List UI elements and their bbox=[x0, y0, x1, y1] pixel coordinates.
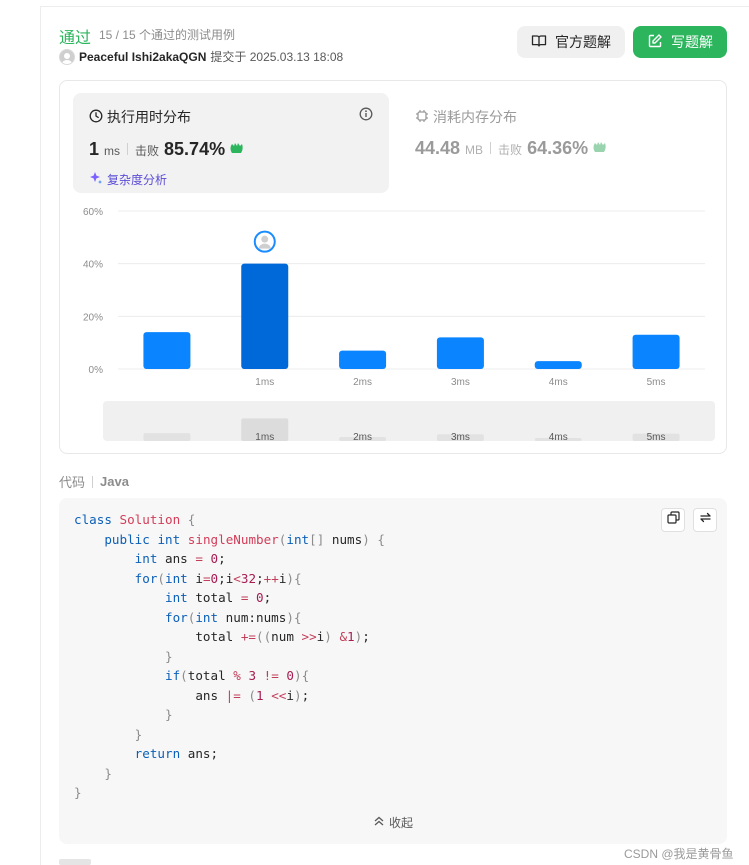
memory-unit: MB bbox=[465, 143, 484, 157]
chart-svg: 0% 20% 40% 60% 1ms 1ms 2ms 2ms 3ms 3ms 4ms 4ms 5ms 5m… bbox=[83, 207, 705, 443]
username[interactable]: Peaceful Ishi2akaQGN bbox=[79, 50, 206, 64]
memory-tab[interactable]: 消耗内存分布 44.48 MB 击败 64.36% bbox=[415, 107, 606, 158]
code-label-text: 代码 bbox=[59, 475, 86, 490]
complexity-label: 复杂度分析 bbox=[107, 173, 168, 187]
navigator-label: 5ms bbox=[647, 432, 666, 443]
info-icon[interactable] bbox=[359, 107, 373, 126]
runtime-title-text: 执行用时分布 bbox=[107, 109, 191, 125]
navigator-label: 4ms bbox=[549, 432, 568, 443]
left-divider bbox=[40, 6, 41, 865]
divider bbox=[490, 142, 492, 154]
copy-button[interactable] bbox=[661, 508, 685, 532]
bar bbox=[632, 334, 680, 369]
write-solution-button[interactable]: 写题解 bbox=[633, 26, 727, 58]
x-tick-label: 2ms bbox=[353, 377, 372, 388]
divider bbox=[92, 475, 94, 488]
copy-icon bbox=[666, 511, 680, 529]
runtime-value: 1 bbox=[89, 139, 100, 159]
x-tick-label: 3ms bbox=[451, 377, 470, 388]
official-solution-button[interactable]: 官方题解 bbox=[517, 26, 625, 58]
clap-icon bbox=[592, 140, 608, 157]
bar bbox=[241, 263, 289, 369]
memory-value: 44.48 bbox=[415, 138, 461, 158]
code-block: class Solution { public int singleNumber… bbox=[59, 498, 727, 844]
navigator-bar bbox=[143, 433, 191, 441]
bar bbox=[534, 361, 582, 369]
wrap-toggle-button[interactable] bbox=[693, 508, 717, 532]
submitted-time: 提交于 2025.03.13 18:08 bbox=[210, 50, 344, 64]
official-solution-label: 官方题解 bbox=[555, 34, 611, 50]
runtime-distribution-chart[interactable]: 0% 20% 40% 60% 1ms 1ms 2ms 2ms 3ms 3ms 4ms 4ms 5ms 5m… bbox=[60, 201, 728, 451]
code-section-label: 代码 Java bbox=[59, 472, 129, 491]
divider bbox=[127, 143, 129, 155]
write-solution-label: 写题解 bbox=[671, 34, 713, 50]
beats-label: 击败 bbox=[135, 144, 160, 158]
collapse-label: 收起 bbox=[388, 816, 413, 830]
clap-icon bbox=[229, 141, 245, 158]
x-tick-label: 5ms bbox=[647, 377, 666, 388]
navigator-label: 3ms bbox=[451, 432, 470, 443]
memory-title: 消耗内存分布 bbox=[415, 107, 517, 127]
memory-title-text: 消耗内存分布 bbox=[433, 109, 517, 125]
code-actions bbox=[661, 508, 717, 532]
runtime-card[interactable]: 执行用时分布 1 ms 击败 85.74% 复杂度分析 bbox=[73, 93, 389, 193]
x-tick-label: 4ms bbox=[549, 377, 568, 388]
navigator-label: 2ms bbox=[353, 432, 372, 443]
bar bbox=[339, 350, 387, 369]
language-label: Java bbox=[100, 474, 129, 489]
bar bbox=[143, 332, 191, 369]
y-tick-label: 60% bbox=[83, 207, 103, 218]
runtime-beats-value: 85.74% bbox=[164, 139, 226, 159]
y-tick-label: 40% bbox=[83, 260, 103, 271]
y-tick-label: 20% bbox=[83, 312, 103, 323]
bar bbox=[436, 337, 484, 369]
runtime-metric: 1 ms 击败 85.74% bbox=[89, 139, 245, 160]
navigator-label: 1ms bbox=[255, 432, 274, 443]
chevron-up-icon bbox=[373, 815, 385, 830]
runtime-title: 执行用时分布 bbox=[89, 107, 191, 127]
watermark: CSDN @我是黄骨鱼 bbox=[624, 847, 734, 861]
test-cases-count: 15 / 15 个通过的测试用例 bbox=[99, 28, 236, 42]
avatar-head bbox=[261, 235, 269, 243]
memory-metric: 44.48 MB 击败 64.36% bbox=[415, 138, 608, 159]
collapse-button[interactable]: 收起 bbox=[59, 814, 727, 831]
status-label: 通过 bbox=[59, 30, 92, 47]
memory-beats-value: 64.36% bbox=[527, 138, 589, 158]
code-content[interactable]: class Solution { public int singleNumber… bbox=[74, 510, 385, 803]
clock-icon bbox=[89, 109, 103, 126]
beats-label: 击败 bbox=[498, 143, 523, 157]
x-tick-label: 1ms bbox=[255, 377, 274, 388]
performance-panel: 执行用时分布 1 ms 击败 85.74% 复杂度分析 消耗内存分布 44.48… bbox=[59, 80, 727, 454]
sparkle-icon bbox=[89, 171, 103, 188]
book-icon bbox=[531, 33, 547, 52]
swap-icon bbox=[699, 511, 712, 529]
runtime-unit: ms bbox=[104, 144, 121, 158]
top-divider bbox=[40, 6, 749, 7]
y-tick-label: 0% bbox=[89, 365, 104, 376]
next-section-label bbox=[59, 859, 91, 865]
edit-icon bbox=[647, 33, 663, 52]
submitter-info: Peaceful Ishi2akaQGN 提交于 2025.03.13 18:0… bbox=[59, 48, 343, 65]
submission-header: 通过 15 / 15 个通过的测试用例 Peaceful Ishi2akaQGN… bbox=[59, 22, 729, 72]
complexity-analysis-link[interactable]: 复杂度分析 bbox=[89, 171, 167, 188]
avatar[interactable] bbox=[59, 48, 75, 65]
chip-icon bbox=[415, 109, 429, 126]
